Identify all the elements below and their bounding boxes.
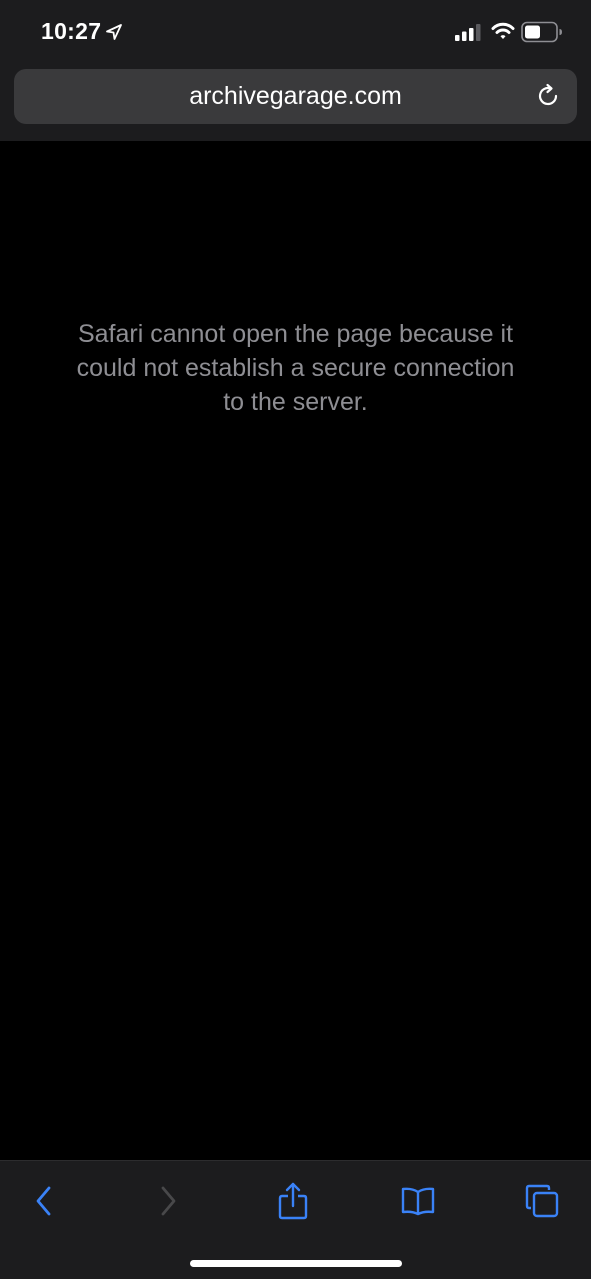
book-icon [401,1187,435,1216]
safari-screen: 10:27 archivegarage.com Safari cannot op… [0,0,591,1279]
home-indicator[interactable] [190,1260,402,1267]
forward-button[interactable] [148,1181,188,1221]
back-button[interactable] [24,1181,64,1221]
url-text[interactable]: archivegarage.com [14,69,577,124]
chevron-left-icon [36,1186,51,1216]
status-bar: 10:27 [0,0,591,62]
address-bar[interactable]: archivegarage.com [14,69,577,124]
chevron-right-icon [161,1186,176,1216]
reload-icon[interactable] [535,83,561,109]
error-message: Safari cannot open the page because it c… [76,320,515,416]
share-icon [278,1182,308,1220]
location-arrow-icon [106,24,122,40]
bookmarks-button[interactable] [398,1181,438,1221]
top-chrome: 10:27 archivegarage.com [0,0,591,141]
wifi-icon [491,22,515,39]
cellular-signal-icon [455,24,481,41]
tabs-button[interactable] [522,1181,562,1221]
battery-icon [521,21,562,43]
status-time: 10:27 [41,18,102,44]
share-button[interactable] [273,1181,313,1221]
tabs-icon [525,1184,559,1218]
